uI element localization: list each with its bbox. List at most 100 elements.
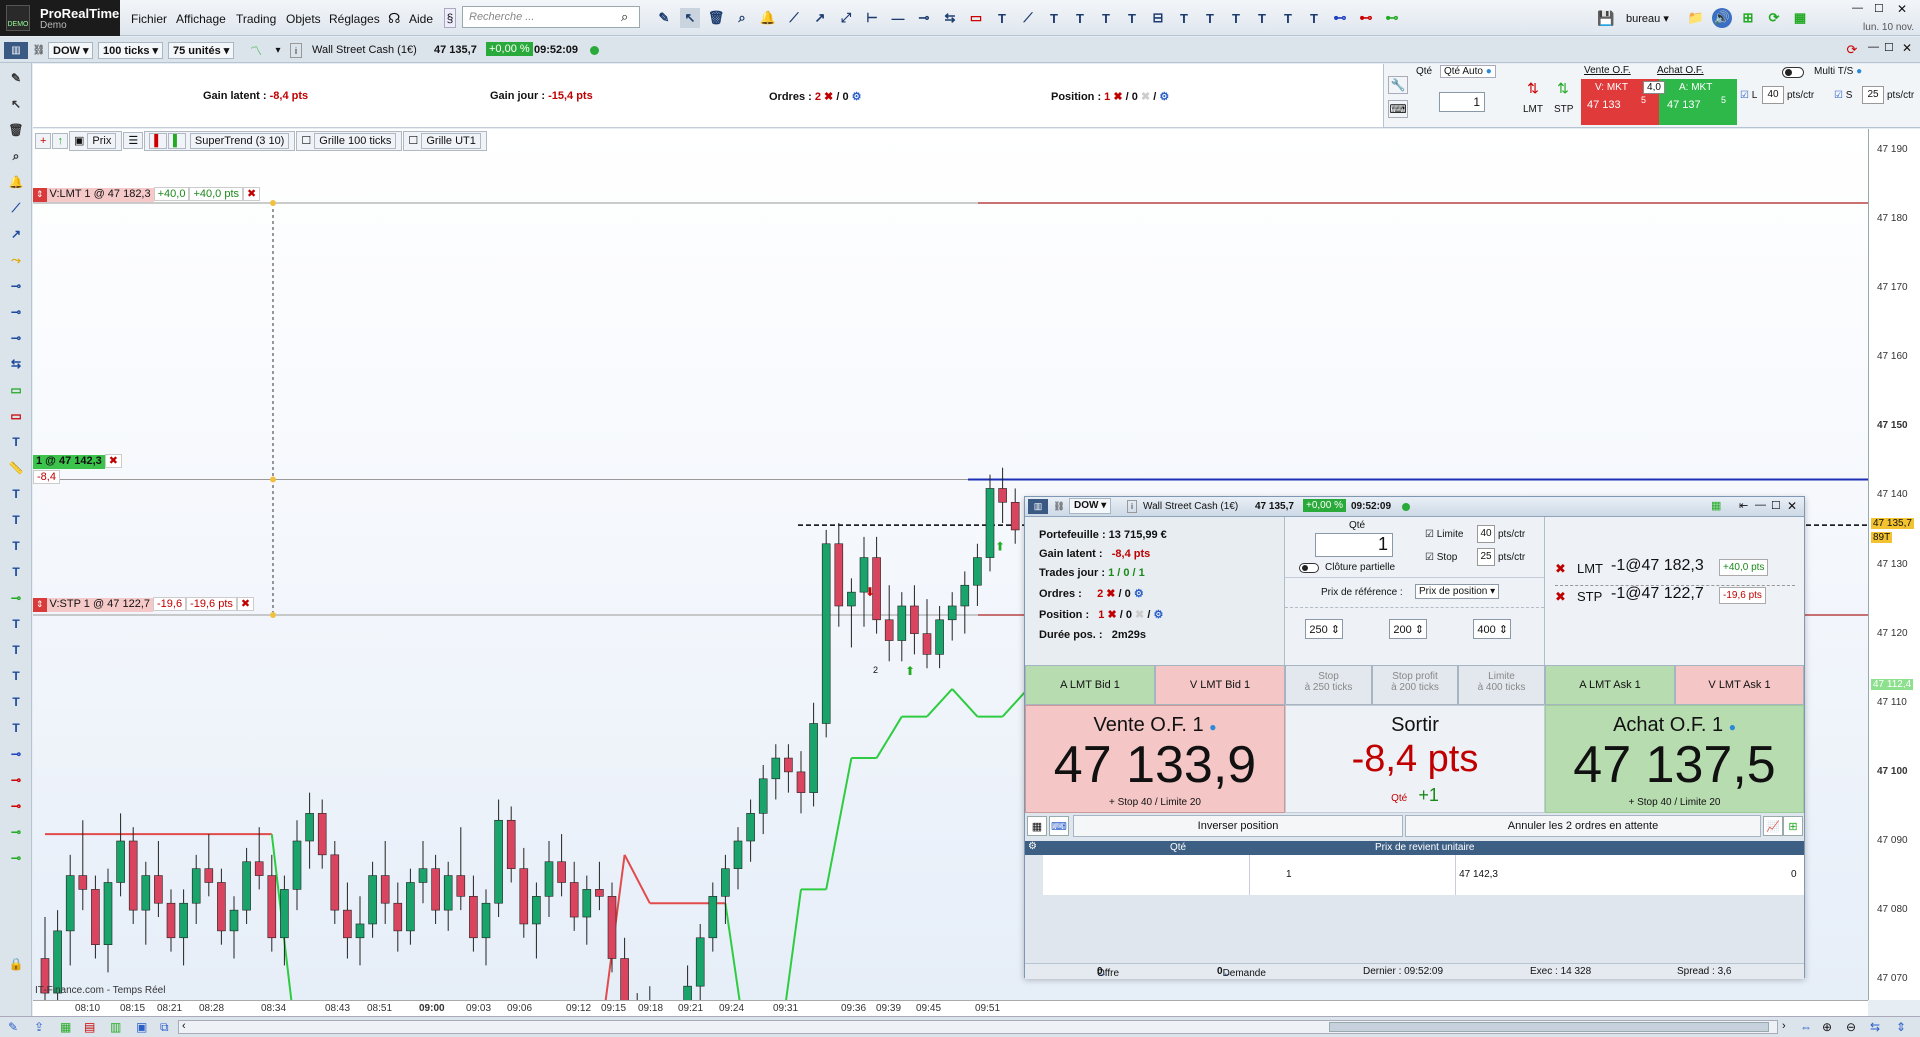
text2-icon[interactable]: T: [1070, 8, 1090, 28]
green-hline-icon[interactable]: ⊸: [6, 589, 26, 607]
stp-order[interactable]: -1@47 122,7: [1611, 585, 1704, 603]
menu-aide[interactable]: Aide: [409, 12, 433, 26]
menu-reglages[interactable]: Réglages: [329, 12, 380, 26]
cancel-sell-limit-icon[interactable]: ✖: [243, 187, 261, 201]
ticket-info-icon[interactable]: i: [1127, 500, 1137, 513]
text-tool-icon[interactable]: T: [6, 433, 26, 451]
text3-icon[interactable]: T: [1096, 8, 1116, 28]
stp-order-icon[interactable]: ⇅: [1552, 78, 1574, 98]
green-hline2-icon[interactable]: ⊸: [6, 823, 26, 841]
sell-stop-label[interactable]: ⇕ V:STP 1 @ 47 122,7 -19,6 -19,6 pts ✖: [33, 597, 255, 612]
ruler-tool-icon[interactable]: 📏: [6, 459, 26, 477]
trash-icon[interactable]: 🗑: [706, 8, 726, 28]
text-tool4-icon[interactable]: T: [6, 537, 26, 555]
prix-ref-select[interactable]: Prix de position ▾: [1415, 584, 1500, 599]
cloture-toggle[interactable]: [1299, 563, 1319, 573]
search-input[interactable]: Recherche ...: [462, 6, 640, 28]
s-checkbox[interactable]: ☑ S: [1834, 90, 1852, 101]
segment-icon[interactable]: ⟋: [784, 8, 804, 28]
cancel-lmt-order-icon[interactable]: ✖: [1555, 561, 1566, 577]
rectangle-icon[interactable]: ▭: [966, 8, 986, 28]
chart-maximize-icon[interactable]: ☐: [1884, 41, 1894, 54]
cursor-icon[interactable]: ↖: [680, 8, 700, 28]
cancel-pending-orders-button[interactable]: Annuler les 2 ordres en attente: [1405, 815, 1761, 837]
chevron-down-icon[interactable]: ▾: [272, 42, 284, 59]
grid-icon[interactable]: ▦: [1790, 8, 1810, 28]
alert-bell-icon[interactable]: 🔔: [758, 8, 778, 28]
cancel-stp-order-icon[interactable]: ✖: [1555, 589, 1566, 605]
ticks-select[interactable]: 100 ticks ▾: [98, 42, 164, 59]
zoom-in-icon[interactable]: ⊕: [1822, 1020, 1832, 1034]
link-chain-icon[interactable]: ⛓: [32, 42, 46, 59]
text6-icon[interactable]: T: [1200, 8, 1220, 28]
stop-checkbox[interactable]: ☑ Stop: [1425, 552, 1457, 563]
time-axis[interactable]: 08:10 08:15 08:21 08:28 08:34 08:43 08:51 09:00…: [33, 1000, 1868, 1016]
trend-icon[interactable]: ⤢: [836, 8, 856, 28]
ticket-cancel-orders-icon[interactable]: ✖: [1106, 588, 1115, 600]
text-icon[interactable]: T: [1044, 8, 1064, 28]
orders-settings-icon[interactable]: ⚙: [852, 91, 862, 103]
keyboard-icon[interactable]: ⌨: [1388, 100, 1408, 118]
l-input[interactable]: 40: [1762, 86, 1784, 104]
text-tool8-icon[interactable]: T: [6, 667, 26, 685]
close-position-icon[interactable]: ✖: [1113, 91, 1122, 103]
green-line-icon[interactable]: ⊷: [1382, 8, 1402, 28]
rect-tool2-icon[interactable]: ▭: [6, 407, 26, 425]
bottom-share-icon[interactable]: ⇪: [34, 1020, 44, 1034]
ticket-export-icon[interactable]: ⊞: [1783, 816, 1803, 836]
ticket-position-settings-icon[interactable]: ⚙: [1153, 609, 1163, 621]
channel-icon[interactable]: ⇆: [940, 8, 960, 28]
chart-minimize-icon[interactable]: —: [1868, 41, 1879, 53]
reverse-position-button[interactable]: Inverser position: [1073, 815, 1403, 837]
text5-icon[interactable]: T: [1174, 8, 1194, 28]
cancel-orders-icon[interactable]: ✖: [824, 91, 833, 103]
ticket-qte-input[interactable]: 1: [1315, 533, 1393, 557]
speaker-icon[interactable]: 🔊: [1712, 8, 1732, 28]
lmt-button[interactable]: LMT: [1523, 104, 1543, 115]
stop-ticks-spinner[interactable]: 250 ⇕: [1305, 619, 1343, 639]
ticket-layout-icon[interactable]: ▦: [1711, 499, 1721, 512]
chart-close-icon[interactable]: ✕: [1902, 41, 1912, 55]
instrument-select[interactable]: DOW ▾: [48, 42, 94, 59]
limite-ticks-spinner[interactable]: 400 ⇕: [1473, 619, 1511, 639]
chart-type-icon[interactable]: ▥: [4, 42, 28, 59]
ticket-type-icon[interactable]: ▥: [1028, 499, 1048, 514]
sell-stop-handle-icon[interactable]: ⇕: [33, 598, 47, 612]
ticket-keyboard-icon[interactable]: ⌨: [1049, 816, 1069, 836]
refresh-icon[interactable]: ⟳: [1842, 41, 1862, 59]
menu-affichage[interactable]: Affichage: [176, 12, 226, 26]
sync-icon[interactable]: ⟳: [1764, 8, 1784, 28]
text-tool9-icon[interactable]: T: [6, 693, 26, 711]
ticket-close-icon[interactable]: ✕: [1787, 499, 1797, 513]
menu-objets[interactable]: Objets: [286, 12, 321, 26]
ticket-instrument-select[interactable]: DOW ▾: [1069, 498, 1112, 514]
bottom-draw-icon[interactable]: ✎: [8, 1020, 18, 1034]
text7-icon[interactable]: T: [1226, 8, 1246, 28]
green-hline3-icon[interactable]: ⊸: [6, 849, 26, 867]
ticket-link-icon[interactable]: ⛓: [1052, 499, 1066, 514]
buy-limit-ask-button[interactable]: A LMT Ask 1: [1545, 665, 1675, 705]
table-row[interactable]: 1 47 142,3 0: [1043, 855, 1804, 895]
qte-auto-button[interactable]: Qté Auto ●: [1440, 65, 1496, 78]
blue-hline-icon[interactable]: ⊸: [6, 745, 26, 763]
sell-limit-ask-button[interactable]: V LMT Ask 1: [1675, 665, 1804, 705]
text-box-icon[interactable]: T: [992, 8, 1012, 28]
bottom-windows-icon[interactable]: ⧉: [160, 1020, 169, 1035]
maximize-icon[interactable]: ☐: [1874, 2, 1884, 15]
text-tool5-icon[interactable]: T: [6, 563, 26, 581]
ruler-icon[interactable]: ⟋: [1018, 8, 1038, 28]
text-tool6-icon[interactable]: T: [6, 615, 26, 633]
text-tool3-icon[interactable]: T: [6, 511, 26, 529]
ticket-minimize-icon[interactable]: —: [1755, 499, 1766, 511]
line-tool-icon[interactable]: ⟋: [6, 199, 26, 217]
bottom-window-icon[interactable]: ▣: [136, 1020, 147, 1034]
lmt-order-icon[interactable]: ⇅: [1522, 78, 1544, 98]
folder-icon[interactable]: 📁: [1686, 8, 1706, 28]
qte-input[interactable]: 1: [1439, 92, 1485, 112]
arrow-tool-icon[interactable]: ↗: [6, 225, 26, 243]
curve-tool-icon[interactable]: ⤳: [6, 251, 26, 269]
headset-icon[interactable]: ☊: [388, 10, 400, 27]
indicator-icon[interactable]: 〽: [244, 42, 268, 59]
red-line-icon[interactable]: ⊷: [1356, 8, 1376, 28]
workspace-select[interactable]: bureau ▾: [1626, 12, 1669, 25]
